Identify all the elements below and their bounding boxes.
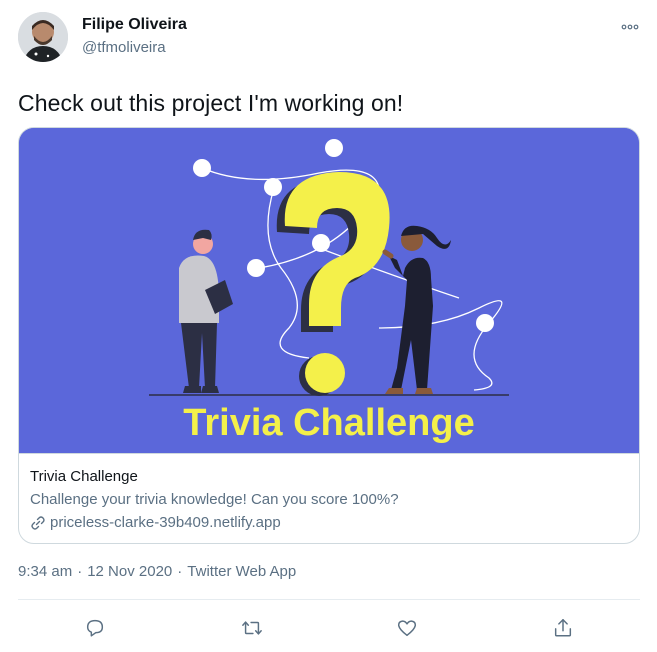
- share-button[interactable]: [547, 612, 579, 644]
- tweet-meta: 9:34 am · 12 Nov 2020 · Twitter Web App: [18, 563, 296, 580]
- tweet-time[interactable]: 9:34 am: [18, 563, 72, 580]
- author-name[interactable]: Filipe Oliveira: [82, 16, 187, 34]
- like-icon: [397, 620, 417, 637]
- tweet-text: Check out this project I'm working on!: [18, 90, 404, 116]
- more-icon: [621, 24, 639, 30]
- meta-separator: ·: [77, 563, 83, 580]
- retweet-button[interactable]: [236, 612, 268, 644]
- card-url-text: priceless-clarke-39b409.netlify.app: [50, 514, 281, 531]
- card-title[interactable]: Trivia Challenge: [30, 468, 138, 485]
- card-divider: [19, 453, 639, 454]
- card-image-title: Trivia Challenge: [183, 402, 474, 444]
- trivia-illustration: Trivia Challenge: [19, 128, 639, 453]
- author-handle[interactable]: @tfmoliveira: [82, 39, 166, 56]
- share-icon: [554, 619, 572, 637]
- reply-button[interactable]: [79, 612, 111, 644]
- link-card[interactable]: Trivia Challenge Trivia Challenge Challe…: [18, 127, 640, 544]
- reply-icon: [86, 619, 104, 637]
- tweet-actions: [0, 606, 657, 650]
- link-icon: [30, 515, 46, 531]
- more-options-button[interactable]: [617, 14, 643, 40]
- card-description: Challenge your trivia knowledge! Can you…: [30, 491, 399, 508]
- card-image[interactable]: Trivia Challenge: [19, 128, 639, 453]
- tweet: Filipe Oliveira @tfmoliveira Check out t…: [0, 0, 657, 652]
- retweet-icon: [242, 621, 262, 635]
- avatar-photo: [18, 12, 68, 62]
- tweet-source[interactable]: Twitter Web App: [187, 563, 296, 580]
- card-url[interactable]: priceless-clarke-39b409.netlify.app: [30, 514, 281, 531]
- meta-separator: ·: [177, 563, 183, 580]
- tweet-date[interactable]: 12 Nov 2020: [87, 563, 172, 580]
- divider: [18, 599, 640, 600]
- avatar[interactable]: [18, 12, 68, 62]
- like-button[interactable]: [391, 612, 423, 644]
